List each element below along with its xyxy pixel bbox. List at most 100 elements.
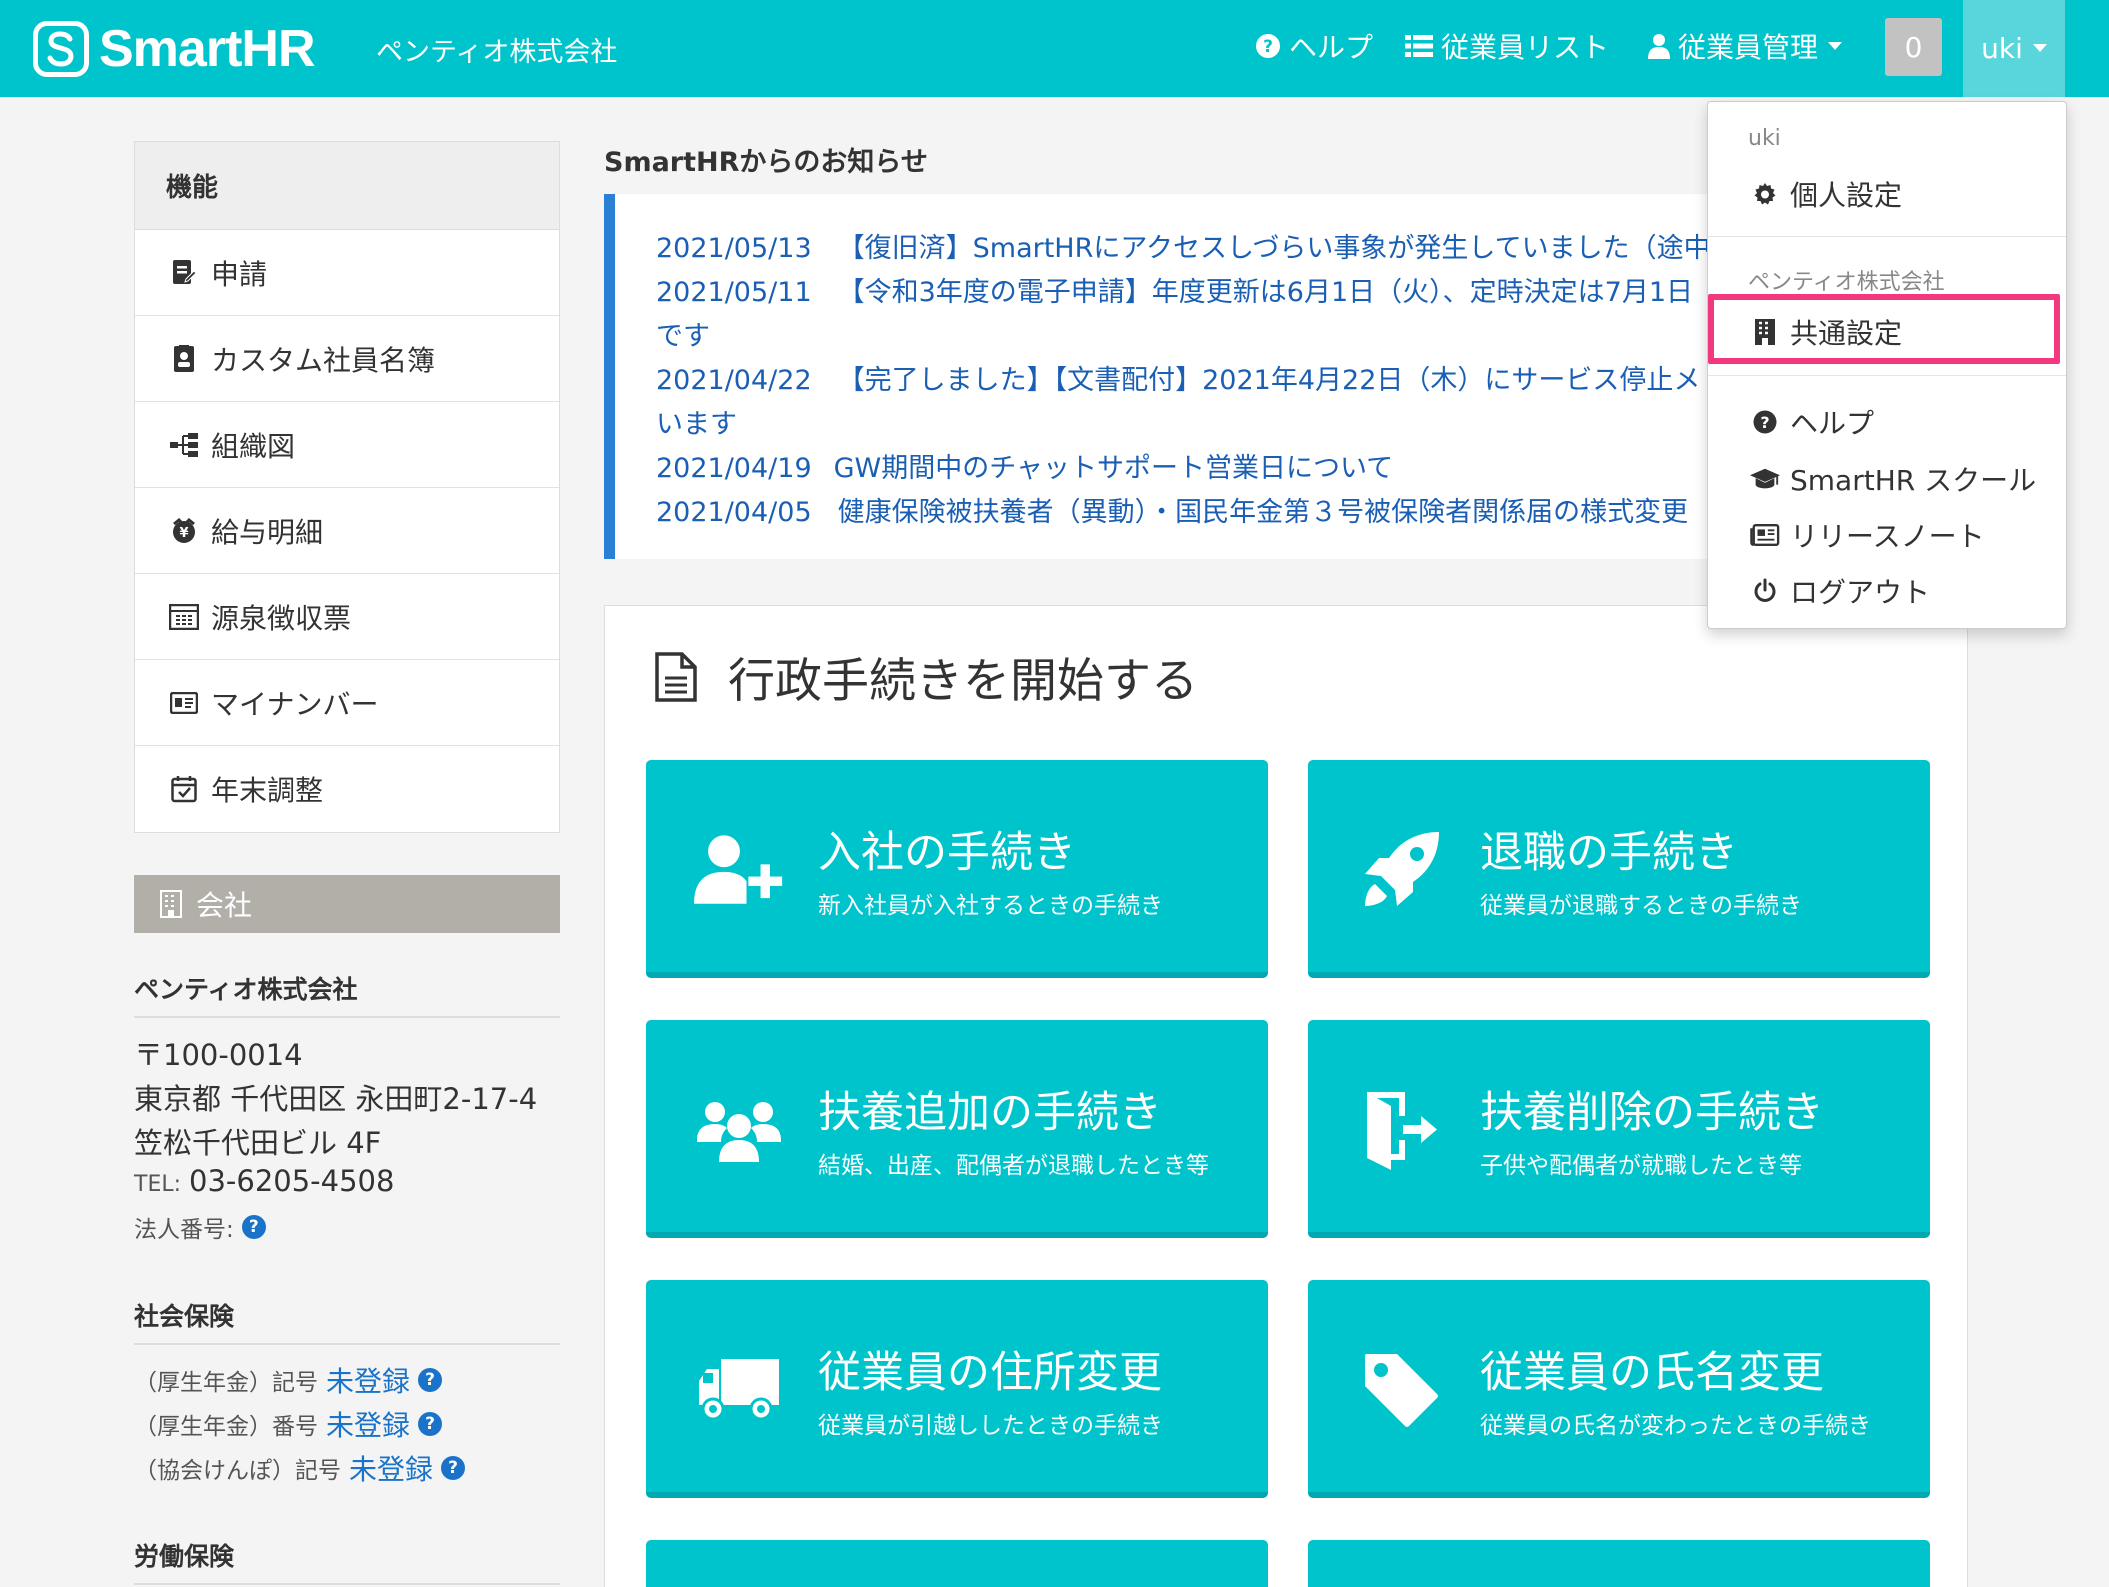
sidebar-item-payslip[interactable]: ¥ 給与明細 (135, 488, 559, 574)
tile-title: 従業員の氏名変更 (1480, 1348, 1824, 1398)
sidebar-item-label: 組織図 (211, 429, 296, 463)
unregistered-link[interactable]: 未登録 (326, 1360, 410, 1400)
header-company-name: ペンティオ株式会社 (376, 37, 618, 68)
news-item[interactable]: 2021/05/11 【令和3年度の電子申請】年度更新は6月1日（火）、定時決定は… (656, 270, 1693, 309)
graduation-cap-icon (1750, 464, 1780, 494)
user-dropdown-menu: uki 個人設定 ペンティオ株式会社 共通設定 ? ヘルプ SmartHR スク… (1707, 101, 2067, 629)
power-icon (1750, 576, 1780, 606)
dropdown-user-label: uki (1748, 126, 1781, 151)
smarthr-logo-icon (33, 21, 89, 77)
tile-name-change[interactable]: 従業員の氏名変更 従業員の氏名が変わったときの手続き (1308, 1280, 1930, 1498)
calendar-icon (169, 774, 199, 804)
users-icon (694, 1088, 784, 1172)
menu-item-release-notes[interactable]: リリースノート (1750, 515, 1985, 555)
sidebar-item-year-end[interactable]: 年末調整 (135, 746, 559, 832)
company-section-header: 会社 (134, 875, 560, 933)
withholding-icon (169, 602, 199, 632)
svg-text:¥: ¥ (179, 526, 188, 541)
sidebar-item-label: マイナンバー (211, 687, 379, 721)
user-menu-button[interactable]: uki (1963, 0, 2065, 97)
tile-add-dependent[interactable]: 扶養追加の手続き 結婚、出産、配偶者が退職したとき等 (646, 1020, 1268, 1238)
help-question-icon[interactable]: ? (418, 1368, 443, 1392)
document-icon (655, 651, 697, 702)
unregistered-link[interactable]: 未登録 (326, 1404, 410, 1444)
tile-remove-dependent[interactable]: 扶養削除の手続き 子供や配偶者が就職したとき等 (1308, 1020, 1930, 1238)
header-employee-list-label: 従業員リスト (1441, 31, 1610, 64)
list-icon (1405, 35, 1433, 57)
feature-menu-title: 機能 (135, 142, 559, 230)
menu-item-smarthr-school[interactable]: SmartHR スクール (1750, 459, 2036, 499)
tile-subtitle: 新入社員が入社するときの手続き (818, 893, 1163, 919)
dropdown-divider (1708, 236, 2066, 237)
menu-item-common-settings[interactable]: 共通設定 (1750, 312, 1902, 352)
header-help-link[interactable]: ? ヘルプ (1255, 26, 1373, 66)
sidebar-item-mynumber[interactable]: マイナンバー (135, 660, 559, 746)
top-header: SmartHR ペンティオ株式会社 ? ヘルプ 従業員リスト 従業員管理 0 u… (0, 0, 2109, 97)
tile-subtitle: 従業員の氏名が変わったときの手続き (1480, 1413, 1871, 1439)
social-insurance-row: （協会けんぽ）記号 未登録 ? (134, 1448, 466, 1488)
tile-subtitle: 従業員が引越ししたときの手続き (818, 1413, 1163, 1439)
sidebar-item-application[interactable]: 申請 (135, 230, 559, 316)
tile-resignation[interactable]: 退職の手続き 従業員が退職するときの手続き (1308, 760, 1930, 978)
telephone: TEL: 03-6205-4508 (134, 1164, 394, 1198)
news-heading: SmartHRからのお知らせ (604, 147, 928, 178)
menu-item-logout[interactable]: ログアウト (1750, 571, 1930, 611)
menu-item-personal-settings[interactable]: 個人設定 (1750, 174, 1902, 214)
corp-number-label: 法人番号: (134, 1217, 234, 1243)
labor-insurance-heading: 労働保険 (134, 1537, 560, 1585)
tag-icon (1356, 1348, 1446, 1432)
tile-subtitle: 従業員が退職するときの手続き (1480, 893, 1802, 919)
menu-item-label: 個人設定 (1790, 179, 1903, 212)
tile-address-change[interactable]: 従業員の住所変更 従業員が引越ししたときの手続き (646, 1280, 1268, 1498)
news-item[interactable]: 2021/04/22 【完了しました】【文書配付】2021年4月22日（木）にサー… (656, 358, 1700, 397)
sidebar-item-label: 年末調整 (211, 774, 324, 807)
sidebar-item-org-chart[interactable]: 組織図 (135, 402, 559, 488)
news-item-continuation[interactable]: います (656, 402, 737, 441)
news-item-continuation[interactable]: です (656, 314, 710, 353)
address-line-1: 東京都 千代田区 永田町2-17-4 (134, 1082, 538, 1116)
truck-icon (694, 1348, 784, 1432)
tile-next-right[interactable] (1308, 1540, 1930, 1587)
news-date: 2021/04/19 (656, 453, 812, 484)
header-employee-list-link[interactable]: 従業員リスト (1405, 26, 1609, 66)
header-help-label: ヘルプ (1289, 31, 1374, 64)
help-question-icon[interactable]: ? (418, 1412, 443, 1436)
news-item[interactable]: 2021/04/05 健康保険被扶養者（異動）・国民年金第３号被保険者関係届の様式… (656, 490, 1688, 529)
roster-icon (169, 344, 199, 374)
menu-item-help[interactable]: ? ヘルプ (1750, 402, 1874, 442)
social-insurance-label: （厚生年金）記号 (134, 1370, 318, 1396)
news-title: 【復旧済】SmartHRにアクセスしづらい事象が発生していました（途中 (837, 233, 1711, 264)
gear-icon (1750, 179, 1780, 209)
sidebar-item-withholding[interactable]: 源泉徴収票 (135, 574, 559, 660)
tile-next-left[interactable] (646, 1540, 1268, 1587)
notification-count-button[interactable]: 0 (1885, 18, 1942, 76)
question-circle-icon: ? (1750, 407, 1780, 437)
user-icon (1648, 34, 1670, 59)
help-question-icon[interactable]: ? (241, 1215, 266, 1239)
tile-onboarding[interactable]: 入社の手続き 新入社員が入社するときの手続き (646, 760, 1268, 978)
payslip-icon: ¥ (169, 516, 199, 546)
smarthr-logo[interactable]: SmartHR (33, 20, 315, 78)
sidebar-item-custom-roster[interactable]: カスタム社員名簿 (135, 316, 559, 402)
social-insurance-heading: 社会保険 (134, 1297, 560, 1345)
feature-menu: 機能 申請 カスタム社員名簿 組織図 ¥ 給与明細 源泉徴収票 マイナンバー 年… (134, 141, 560, 833)
social-insurance-row: （厚生年金）記号 未登録 ? (134, 1360, 443, 1400)
dropdown-company-label: ペンティオ株式会社 (1748, 270, 1945, 295)
sidebar-item-label: 源泉徴収票 (211, 601, 352, 635)
tile-subtitle: 子供や配偶者が就職したとき等 (1480, 1153, 1802, 1179)
header-employee-manage-menu[interactable]: 従業員管理 (1648, 26, 1843, 66)
menu-item-label: SmartHR スクール (1790, 464, 2037, 497)
news-item[interactable]: 2021/05/13 【復旧済】SmartHRにアクセスしづらい事象が発生していま… (656, 226, 1711, 265)
org-chart-icon (169, 430, 199, 460)
user-name: uki (1981, 32, 2023, 65)
tile-title: 扶養追加の手続き (818, 1088, 1162, 1138)
help-question-icon[interactable]: ? (441, 1456, 466, 1480)
application-icon (169, 258, 199, 288)
news-title: 【令和3年度の電子申請】年度更新は6月1日（火）、定時決定は7月1日 (837, 277, 1694, 308)
menu-item-label: 共通設定 (1790, 317, 1903, 350)
unregistered-link[interactable]: 未登録 (349, 1448, 433, 1488)
caret-down-icon (2032, 44, 2047, 52)
news-title: 【完了しました】【文書配付】2021年4月22日（木）にサービス停止メ (837, 365, 1701, 396)
news-date: 2021/04/05 (656, 497, 812, 528)
news-item[interactable]: 2021/04/19 GW期間中のチャットサポート営業日について (656, 446, 1393, 485)
